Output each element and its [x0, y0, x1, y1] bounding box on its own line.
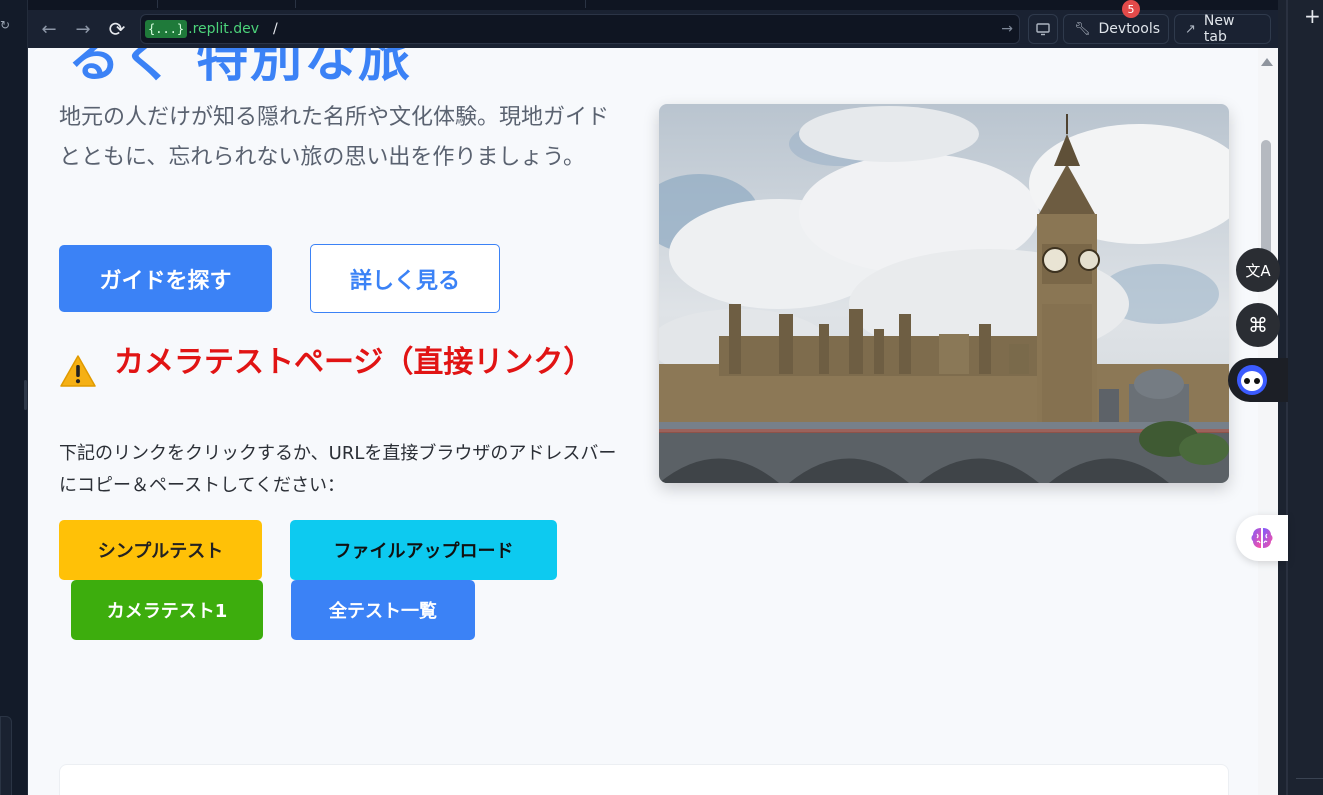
device-preview-button[interactable] — [1028, 14, 1058, 44]
learn-more-button[interactable]: 詳しく見る — [310, 244, 500, 313]
new-tab-label: New tab — [1203, 13, 1235, 45]
devtools-label: Devtools — [1098, 21, 1160, 37]
london-photo-illustration — [659, 104, 1229, 483]
forward-arrow-icon[interactable]: → — [66, 14, 100, 44]
file-upload-button[interactable]: ファイルアップロード — [290, 520, 557, 580]
simple-test-button[interactable]: シンプルテスト — [59, 520, 262, 580]
wrench-icon: 🔧︎ — [1074, 21, 1091, 37]
left-sidebar-rail: ↻ — [0, 0, 28, 795]
content-card — [59, 764, 1229, 795]
address-bar[interactable]: {...} .replit.dev / → — [140, 14, 1020, 44]
history-icon[interactable]: ↻ — [0, 18, 12, 36]
hero-image-big-ben — [659, 104, 1229, 483]
tab[interactable] — [158, 0, 296, 8]
sidebar-panel-edge — [0, 716, 12, 795]
translate-extension-button[interactable]: 文A — [1236, 248, 1280, 292]
external-link-icon: ↗ — [1185, 21, 1196, 37]
add-icon[interactable]: + — [1304, 4, 1321, 28]
command-extension-button[interactable]: ⌘ — [1236, 303, 1280, 347]
warning-icon — [60, 355, 96, 387]
translate-icon: 文A — [1245, 261, 1271, 280]
scrollbar-thumb[interactable] — [1261, 140, 1271, 260]
chat-assistant-button[interactable] — [1228, 358, 1288, 402]
new-tab-button[interactable]: ↗ New tab — [1174, 13, 1271, 45]
hero-lead-text: 地元の人だけが知る隠れた名所や文化体験。現地ガイドとともに、忘れられない旅の思い… — [59, 105, 610, 170]
all-tests-button[interactable]: 全テスト一覧 — [291, 580, 475, 640]
warning-title: カメラテストページ（直接リンク） — [114, 345, 594, 380]
devtools-button[interactable]: 🔧︎ Devtools — [1063, 14, 1169, 44]
url-tag: {...} — [145, 20, 188, 38]
camera-test-heading: カメラテストページ（直接リンク） — [59, 344, 619, 387]
browser-toolbar: ← → ⟳ {...} .replit.dev / → 🔧︎ Devtools … — [28, 10, 1278, 48]
brain-icon — [1251, 528, 1273, 548]
devtools-count-badge: 5 — [1122, 0, 1140, 18]
reload-icon[interactable]: ⟳ — [100, 14, 134, 44]
instructions-text: 下記のリンクをクリックするか、URLを直接ブラウザのアドレスバーにコピー＆ペース… — [59, 443, 617, 496]
find-guide-button[interactable]: ガイドを探す — [59, 245, 272, 312]
ai-brain-extension-button[interactable] — [1236, 515, 1288, 561]
url-host: .replit.dev — [188, 21, 260, 37]
assistant-face-icon — [1237, 365, 1267, 395]
url-path: / — [273, 21, 278, 37]
back-arrow-icon[interactable]: ← — [32, 14, 66, 44]
hero-title: るく 特別な旅 — [68, 48, 413, 89]
scroll-up-arrow-icon[interactable] — [1261, 58, 1273, 66]
divider — [1296, 778, 1323, 779]
tab[interactable] — [296, 0, 586, 8]
monitor-icon — [1036, 23, 1050, 36]
resize-handle[interactable] — [24, 380, 27, 410]
go-arrow-icon[interactable]: → — [1001, 21, 1013, 37]
page-viewport: るく 特別な旅 地元の人だけが知る隠れた名所や文化体験。現地ガイドとともに、忘れ… — [28, 48, 1278, 795]
tab[interactable] — [28, 0, 158, 8]
command-icon: ⌘ — [1248, 313, 1268, 337]
camera-test-1-button[interactable]: カメラテスト1 — [71, 580, 263, 640]
tab-strip — [28, 0, 1278, 10]
